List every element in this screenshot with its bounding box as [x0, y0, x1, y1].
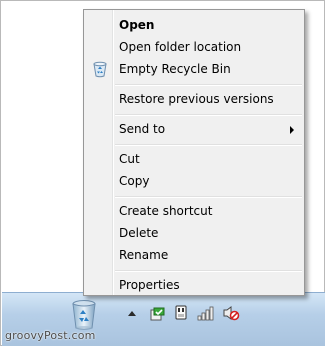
menu-item-open[interactable]: Open [86, 14, 302, 36]
power-plug-icon[interactable] [173, 304, 189, 320]
menu-item-label: Create shortcut [119, 204, 213, 218]
show-hidden-icons-chevron[interactable] [128, 311, 136, 316]
menu-item-label: Properties [119, 278, 180, 292]
menu-item-open-folder-location[interactable]: Open folder location [86, 36, 302, 58]
menu-item-copy[interactable]: Copy [86, 170, 302, 192]
menu-item-restore-previous-versions[interactable]: Restore previous versions [86, 88, 302, 110]
menu-item-rename[interactable]: Rename [86, 244, 302, 266]
menu-item-properties[interactable]: Properties [86, 274, 302, 296]
speaker-muted-icon[interactable] [222, 304, 240, 321]
network-signal-icon[interactable] [197, 304, 214, 321]
menu-separator [115, 84, 302, 86]
menu-item-label: Open [119, 18, 155, 32]
menu-item-empty-recycle-bin[interactable]: Empty Recycle Bin [86, 58, 302, 80]
menu-item-label: Copy [119, 174, 150, 188]
menu-item-send-to[interactable]: Send to [86, 118, 302, 140]
menu-item-label: Rename [119, 248, 169, 262]
menu-separator [115, 270, 302, 272]
menu-item-label: Empty Recycle Bin [119, 62, 231, 76]
menu-item-create-shortcut[interactable]: Create shortcut [86, 200, 302, 222]
menu-separator [115, 196, 302, 198]
green-flag-check-icon[interactable] [150, 304, 166, 321]
context-menu: Open Open folder location Empty Recycle … [83, 9, 305, 296]
menu-item-label: Restore previous versions [119, 92, 274, 106]
menu-item-label: Open folder location [119, 40, 242, 54]
recycle-bin-icon[interactable] [69, 298, 99, 332]
watermark: groovyPost.com [5, 329, 96, 342]
menu-item-cut[interactable]: Cut [86, 148, 302, 170]
menu-item-label: Send to [119, 122, 166, 136]
menu-separator [115, 114, 302, 116]
menu-item-label: Delete [119, 226, 159, 240]
desktop: groovyPost.com Open Open folder location… [0, 0, 325, 346]
submenu-arrow-icon [290, 126, 294, 134]
menu-item-delete[interactable]: Delete [86, 222, 302, 244]
menu-item-label: Cut [119, 152, 140, 166]
menu-separator [115, 144, 302, 146]
recycle-bin-icon [92, 60, 108, 78]
